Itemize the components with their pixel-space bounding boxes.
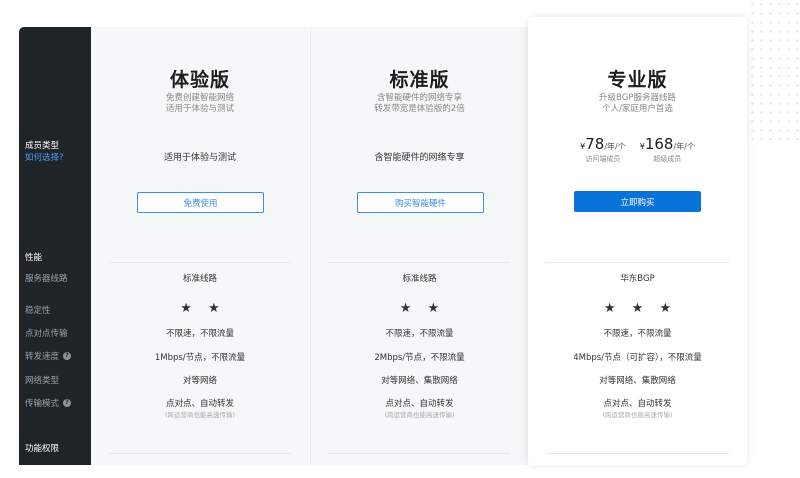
price-label: 超级成员 <box>653 155 682 163</box>
forward-speed-value: 4Mbps/节点（可扩容），不限流量 <box>573 353 702 363</box>
transfer-note: (跨运营商也能高速传输) <box>384 411 455 419</box>
plan-subtitle: 适用于体验与测试 <box>165 104 234 114</box>
sidebar-features: 功能权限 <box>25 444 60 454</box>
price-super-member: ¥168/年/个 超级成员 <box>640 135 695 164</box>
server-line-value: 标准线路 <box>182 274 217 284</box>
plan-column-pro: 专业版 升级BGP服务器线路 个人/家庭用户首选 ¥78/年/个 访问端成员 ¥… <box>528 17 747 465</box>
forward-speed-value: 2Mbps/节点，不限流量 <box>374 353 465 363</box>
sidebar-server-line: 服务器线路 <box>25 274 68 284</box>
stability-stars: ★ ★ <box>399 301 446 316</box>
divider <box>546 262 729 263</box>
plan-name: 标准版 <box>389 69 450 91</box>
plan-name: 专业版 <box>607 69 668 91</box>
transfer-note: (跨运营商也能高速传输) <box>164 411 236 419</box>
plan-subtitle: 个人/家庭用户首选 <box>602 104 673 114</box>
stability-stars: ★ ★ ★ <box>603 301 678 316</box>
price-access-member: ¥78/年/个 访问端成员 <box>580 135 626 164</box>
plan-feature: 含智能硬件的网络专享 <box>374 153 465 163</box>
plan-subtitle: 转发带宽是体验版的2倍 <box>374 104 465 114</box>
network-type-value: 对等网络 <box>182 376 217 386</box>
help-icon[interactable]: ? <box>63 399 72 407</box>
sidebar-p2p: 点对点传输 <box>25 329 68 339</box>
stability-stars: ★ ★ <box>180 301 226 316</box>
sidebar-performance: 性能 <box>25 253 43 263</box>
sidebar-transfer-mode: 传输模式 ? <box>25 397 72 409</box>
divider <box>546 453 729 454</box>
plan-feature: 适用于体验与测试 <box>163 153 236 163</box>
help-icon[interactable]: ? <box>63 352 72 360</box>
price-unit: /年/个 <box>604 142 626 151</box>
decorative-dot-pattern <box>748 0 800 140</box>
server-line-value: 华东BGP <box>620 274 655 284</box>
buy-hardware-button[interactable]: 购买智能硬件 <box>357 192 484 213</box>
p2p-value: 不限速，不限流量 <box>603 329 672 339</box>
server-line-value: 标准线路 <box>402 274 437 284</box>
comparison-sidebar: 成员类型 如何选择? 性能 服务器线路 稳定性 点对点传输 转发速度 ? 网络类… <box>19 27 91 465</box>
transfer-mode-value: 点对点、自动转发 <box>603 399 672 409</box>
p2p-value: 不限速，不限流量 <box>165 329 234 339</box>
plan-subtitle: 免费创建智能网络 <box>165 93 234 103</box>
plan-name: 体验版 <box>169 69 230 91</box>
price-unit: /年/个 <box>673 142 695 151</box>
how-to-choose-link[interactable]: 如何选择? <box>25 151 64 163</box>
network-type-value: 对等网络、集散网络 <box>381 376 458 386</box>
plan-subtitle: 含智能硬件的网络专享 <box>376 93 462 103</box>
price-amount: 168 <box>644 135 674 153</box>
sidebar-forward-speed-label: 转发速度 <box>25 352 60 362</box>
divider <box>109 453 291 454</box>
forward-speed-value: 1Mbps/节点，不限流量 <box>154 353 246 363</box>
sidebar-network-type: 网络类型 <box>25 376 60 386</box>
plan-subtitle: 升级BGP服务器线路 <box>599 93 676 103</box>
sidebar-stability: 稳定性 <box>25 306 51 316</box>
free-use-button[interactable]: 免费使用 <box>137 192 264 213</box>
price-group: ¥78/年/个 访问端成员 ¥168/年/个 超级成员 <box>528 135 747 164</box>
p2p-value: 不限速，不限流量 <box>385 329 454 339</box>
plan-column-trial: 体验版 免费创建智能网络 适用于体验与测试 适用于体验与测试 免费使用 标准线路… <box>91 27 309 465</box>
price-label: 访问端成员 <box>585 155 621 163</box>
transfer-mode-value: 点对点、自动转发 <box>385 399 454 409</box>
transfer-mode-value: 点对点、自动转发 <box>165 399 234 409</box>
sidebar-member-type: 成员类型 <box>25 141 60 151</box>
divider <box>329 262 510 263</box>
plan-column-standard: 标准版 含智能硬件的网络专享 转发带宽是体验版的2倍 含智能硬件的网络专享 购买… <box>310 27 528 465</box>
price-amount: 78 <box>585 135 605 153</box>
buy-now-button[interactable]: 立即购买 <box>574 191 701 212</box>
transfer-note: (跨运营商也能高速传输) <box>602 411 673 419</box>
sidebar-forward-speed: 转发速度 ? <box>25 350 72 362</box>
divider <box>329 453 510 454</box>
divider <box>109 262 291 263</box>
network-type-value: 对等网络、集散网络 <box>599 376 676 386</box>
sidebar-transfer-mode-label: 传输模式 <box>25 399 60 409</box>
